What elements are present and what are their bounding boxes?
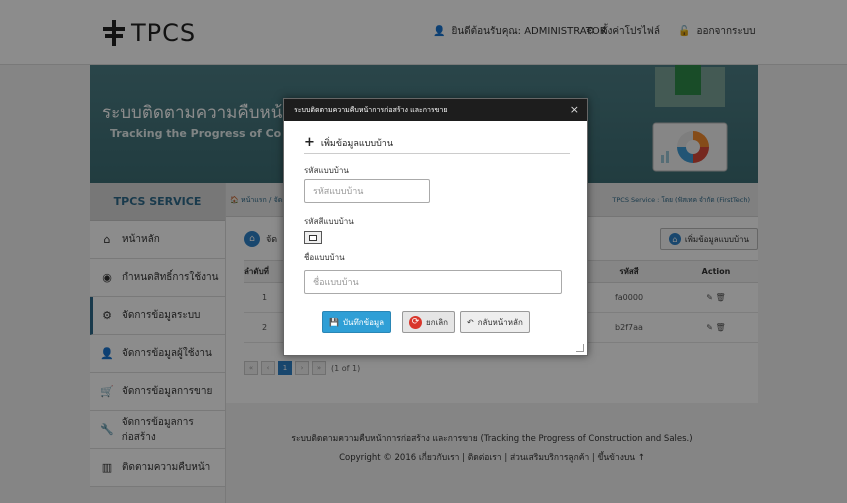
color-picker-button[interactable] bbox=[304, 231, 322, 244]
house-code-label: รหัสแบบบ้าน bbox=[304, 166, 349, 175]
house-code-input[interactable]: รหัสแบบบ้าน bbox=[304, 179, 430, 203]
plus-icon: + bbox=[304, 135, 315, 150]
save-label: บันทึกข้อมูล bbox=[342, 317, 385, 327]
floppy-icon: 💾 bbox=[329, 317, 339, 327]
close-icon[interactable]: × bbox=[570, 103, 579, 116]
dialog-title: ระบบติดตามความคืบหน้าการก่อสร้าง และการข… bbox=[284, 99, 587, 121]
add-house-dialog: ระบบติดตามความคืบหน้าการก่อสร้าง และการข… bbox=[283, 98, 588, 356]
house-name-label: ชื่อแบบบ้าน bbox=[304, 253, 345, 262]
back-label: กลับหน้าหลัก bbox=[477, 317, 523, 327]
resize-handle-icon[interactable] bbox=[576, 344, 584, 352]
divider bbox=[304, 153, 570, 154]
cancel-button[interactable]: ⟳ ยกเลิก bbox=[402, 311, 456, 333]
dialog-section-title: + เพิ่มข้อมูลแบบบ้าน bbox=[304, 135, 393, 150]
cancel-label: ยกเลิก bbox=[426, 317, 449, 327]
color-code-label: รหัสสีแบบบ้าน bbox=[304, 217, 354, 226]
save-button[interactable]: 💾 บันทึกข้อมูล bbox=[322, 311, 392, 333]
reply-arrow-icon: ↶ bbox=[467, 317, 474, 327]
house-name-input[interactable]: ชื่อแบบบ้าน bbox=[304, 270, 562, 294]
refresh-icon: ⟳ bbox=[409, 315, 422, 329]
back-home-button[interactable]: ↶ กลับหน้าหลัก bbox=[460, 311, 530, 333]
section-label: เพิ่มข้อมูลแบบบ้าน bbox=[320, 138, 393, 149]
